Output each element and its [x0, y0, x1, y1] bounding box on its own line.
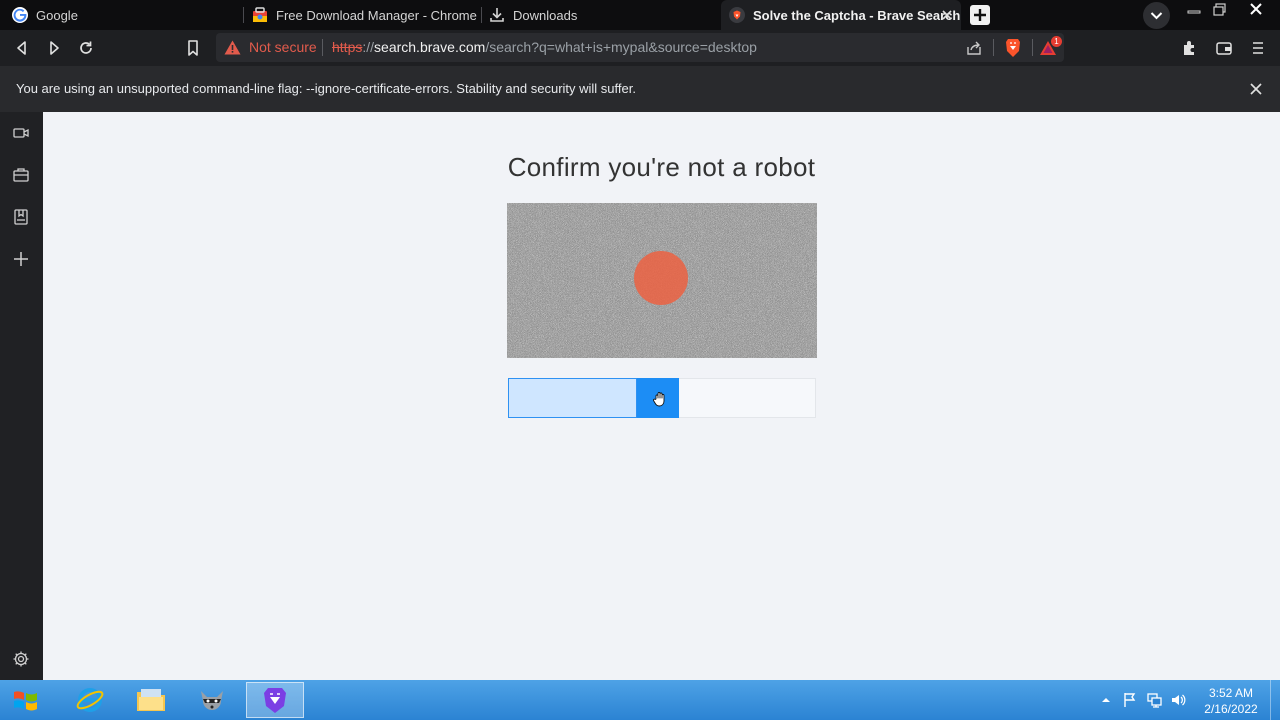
clock-time: 3:52 AM [1208, 686, 1254, 700]
menu-icon[interactable] [1249, 39, 1267, 57]
share-icon[interactable] [965, 39, 983, 57]
tab-strip: Google Free Download Manager - Chrome We… [0, 0, 1280, 30]
brave-lion-icon [264, 688, 286, 713]
extensions-icon[interactable] [1181, 39, 1199, 57]
tab-title: Solve the Captcha - Brave Search [753, 7, 961, 23]
captcha-image [507, 203, 817, 358]
volume-icon[interactable] [1170, 692, 1186, 708]
tab-google[interactable]: Google [0, 0, 242, 30]
slider-handle[interactable] [637, 378, 679, 418]
tab-downloads[interactable]: Downloads [482, 0, 720, 30]
show-desktop-button[interactable] [1270, 680, 1280, 720]
show-hidden-icons-icon[interactable] [1100, 694, 1112, 706]
video-call-icon[interactable] [12, 124, 30, 142]
wallet-icon[interactable] [1215, 39, 1233, 57]
close-tab-icon[interactable] [939, 7, 955, 23]
url-text[interactable]: https://search.brave.com/search?q=what+i… [332, 39, 757, 55]
close-window-icon[interactable] [1238, 0, 1274, 20]
gear-icon[interactable] [12, 650, 30, 668]
url-scheme: https [332, 39, 363, 55]
taskbar-internet-explorer[interactable] [62, 682, 118, 718]
brave-search-icon [729, 7, 745, 23]
taskbar-brave-browser[interactable] [246, 682, 304, 718]
bookmarks-icon[interactable] [12, 208, 30, 226]
tab-title: Free Download Manager - Chrome We [276, 7, 480, 23]
folder-icon [137, 689, 165, 711]
download-icon [490, 8, 504, 22]
rewards-badge: 1 [1051, 36, 1062, 47]
captcha-target-circle [634, 251, 688, 305]
clock-date: 2/16/2022 [1204, 702, 1258, 716]
brave-shields-icon[interactable] [1004, 38, 1022, 58]
warning-infobar: You are using an unsupported command-lin… [0, 66, 1280, 112]
omnibox-divider [993, 39, 994, 56]
omnibox-divider [322, 39, 323, 56]
briefcase-icon[interactable] [12, 166, 30, 184]
back-icon[interactable] [13, 39, 31, 57]
warning-icon [224, 40, 241, 54]
windows-taskbar: 3:52 AM 2/16/2022 [0, 680, 1280, 720]
windows-logo-icon [14, 691, 37, 711]
restore-icon[interactable] [1207, 0, 1233, 20]
browser-toolbar: Not secure https://search.brave.com/sear… [0, 30, 1280, 66]
slider-progress [508, 378, 637, 418]
omnibox-divider [1032, 39, 1033, 56]
tab-free-download-manager[interactable]: Free Download Manager - Chrome We [244, 0, 480, 30]
tab-title: Google [36, 7, 78, 23]
tab-title: Downloads [513, 7, 578, 23]
taskbar-clock[interactable]: 3:52 AM 2/16/2022 [1198, 685, 1264, 717]
chevron-down-icon [1150, 12, 1163, 20]
sidebar [0, 112, 43, 680]
taskbar-file-explorer[interactable] [123, 682, 179, 718]
close-icon[interactable] [1248, 81, 1264, 97]
plus-icon [974, 9, 986, 21]
internet-explorer-icon [76, 688, 104, 712]
url-separator: :// [362, 39, 375, 55]
minimize-icon[interactable] [1181, 0, 1207, 20]
web-store-icon [253, 7, 267, 22]
network-icon[interactable] [1146, 692, 1162, 708]
tab-solve-captcha[interactable]: Solve the Captcha - Brave Search [721, 0, 961, 30]
infobar-message: You are using an unsupported command-lin… [16, 81, 636, 96]
hand-cursor-icon [653, 392, 665, 407]
url-path: /search?q=what+is+mypal&source=desktop [485, 39, 757, 55]
google-g-icon [12, 7, 28, 23]
security-indicator[interactable]: Not secure [224, 39, 317, 55]
url-host: search.brave.com [374, 39, 486, 55]
bookmark-icon[interactable] [184, 39, 202, 57]
not-secure-label: Not secure [249, 39, 317, 55]
forward-icon[interactable] [45, 39, 63, 57]
tab-search-button[interactable] [1143, 2, 1170, 29]
address-bar[interactable]: Not secure https://search.brave.com/sear… [216, 33, 1064, 62]
add-icon[interactable] [12, 250, 30, 268]
reload-icon[interactable] [77, 39, 95, 57]
start-button[interactable] [0, 682, 52, 718]
raccoon-icon [201, 691, 223, 710]
taskbar-raccoon-app[interactable] [184, 682, 240, 718]
action-center-flag-icon[interactable] [1122, 692, 1138, 708]
page-content: Confirm you're not a robot [43, 112, 1280, 680]
page-title: Confirm you're not a robot [507, 152, 816, 182]
new-tab-button[interactable] [970, 5, 990, 25]
